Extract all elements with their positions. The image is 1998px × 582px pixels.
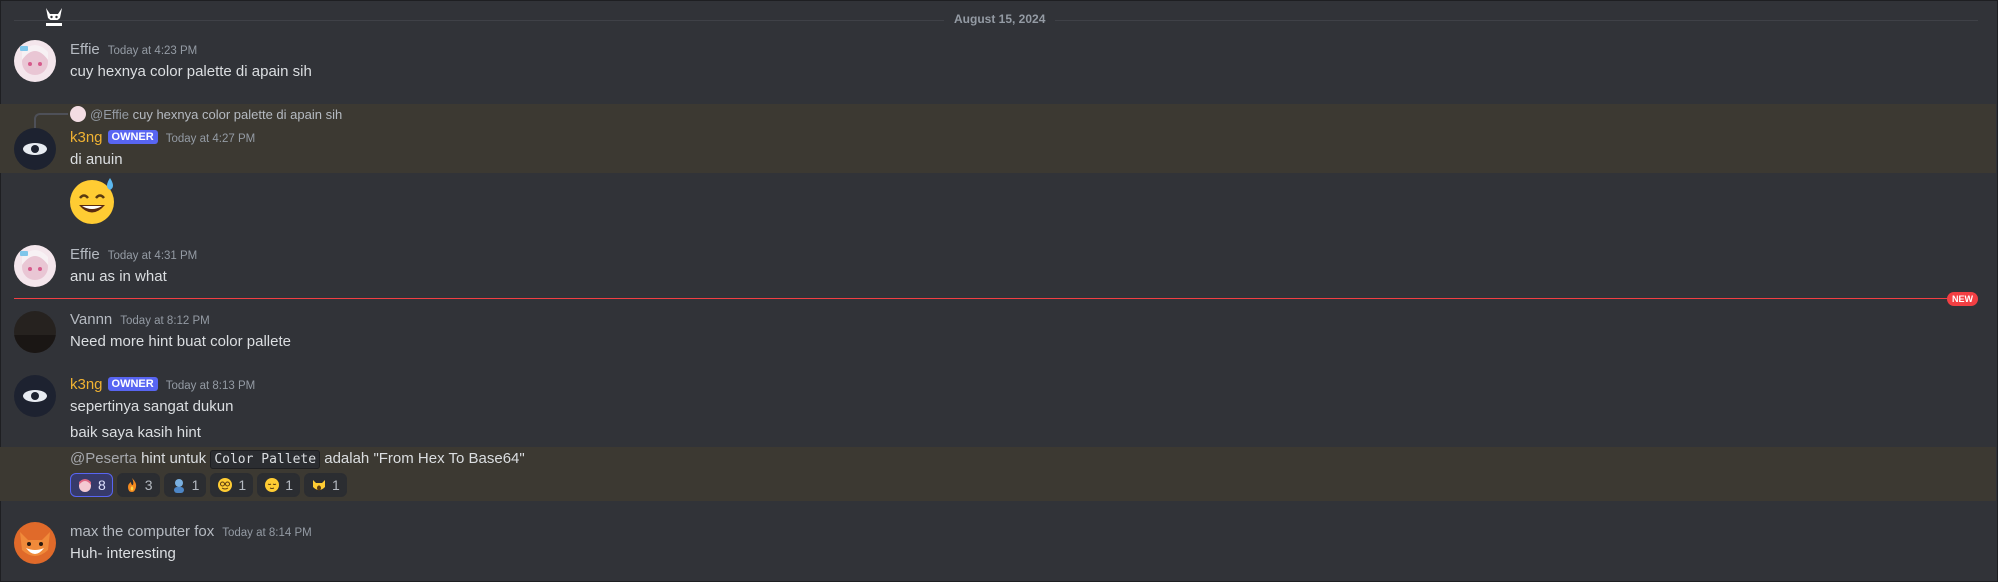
message-text: Need more hint buat color pallete [70,333,291,350]
avatar-k3ng[interactable] [14,128,56,170]
hint-text-post: adalah "From Hex To Base64" [320,450,525,467]
message-author[interactable]: Effie Today at 4:31 PM [70,246,197,263]
author-name[interactable]: max the computer fox [70,523,214,540]
dark-landscape-avatar-icon [14,311,56,353]
reply-text: cuy hexnya color palette di apain sih [132,107,343,122]
person-emoji [173,479,184,493]
reaction-nerd-face[interactable]: 1 [210,473,254,497]
reaction-count: 1 [331,477,340,493]
author-name[interactable]: Effie [70,41,100,58]
reply-spine [34,113,68,129]
message-author[interactable]: max the computer fox Today at 8:14 PM [70,523,312,540]
reply-preview[interactable]: @Effie cuy hexnya color palette di apain… [70,106,342,122]
screaming-cat-emoji [312,480,325,491]
author-name[interactable]: Effie [70,246,100,263]
message-text: anu as in what [70,268,167,285]
peserta-mention[interactable]: @Peserta [70,450,137,467]
reaction-anime-girl[interactable]: 8 [70,473,113,497]
reply-mention[interactable]: @Effie [90,107,129,122]
avatar-effie[interactable] [14,245,56,287]
reaction-relieved-face[interactable]: 1 [257,473,300,497]
reactions-bar: 8 3 1 1 1 1 [70,473,347,497]
reaction-fire[interactable]: 3 [116,473,160,497]
role-badge: OWNER [107,377,158,391]
cat-logo-icon [46,8,62,26]
reaction-screaming-cat[interactable]: 1 [303,473,347,497]
new-badge: NEW [1947,292,1978,306]
message-timestamp: Today at 8:13 PM [165,380,256,392]
reaction-count: 8 [98,477,106,493]
fire-emoji [127,478,136,492]
eye-avatar-icon [14,128,56,170]
avatar-vannn[interactable] [14,311,56,353]
message-timestamp: Today at 4:31 PM [107,250,198,262]
hint-message: @Peserta hint untuk Color Pallete adalah… [70,450,525,469]
message-text: baik saya kasih hint [70,424,201,441]
reaction-count: 1 [285,477,293,493]
new-messages-divider [14,298,1974,299]
anime-girl-avatar-icon [14,245,56,287]
message-timestamp: Today at 8:12 PM [120,315,210,327]
message-text: Huh- interesting [70,545,176,562]
avatar-k3ng[interactable] [14,375,56,417]
date-label: August 15, 2024 [944,12,1056,26]
reaction-person[interactable]: 1 [163,473,207,497]
avatar-max[interactable] [14,522,56,564]
message-timestamp: Today at 4:23 PM [107,45,198,57]
reaction-count: 1 [191,477,200,493]
role-badge: OWNER [107,130,158,144]
eye-avatar-icon [14,375,56,417]
anime-girl-emoji [79,479,91,492]
relieved-face-emoji [265,478,280,492]
message-timestamp: Today at 8:14 PM [222,527,312,539]
inline-code: Color Pallete [210,450,321,469]
message-author[interactable]: Vannn Today at 8:12 PM [70,311,210,328]
reply-avatar [70,106,86,122]
message-author[interactable]: Effie Today at 4:23 PM [70,41,197,58]
message-text: cuy hexnya color palette di apain sih [70,63,312,80]
author-name[interactable]: Vannn [70,311,112,328]
message-text: sepertinya sangat dukun [70,398,234,415]
reaction-count: 1 [238,477,247,493]
sweat-smile-emoji [70,178,114,224]
message-timestamp: Today at 4:27 PM [165,133,256,145]
anime-girl-avatar-icon [14,40,56,82]
fox-avatar-icon [14,522,56,564]
author-name[interactable]: k3ng [70,129,103,146]
nerd-face-emoji [218,478,233,492]
message-text: di anuin [70,151,123,168]
message-author[interactable]: k3ng OWNER Today at 4:27 PM [70,129,255,146]
author-name[interactable]: k3ng [70,376,103,393]
message-author[interactable]: k3ng OWNER Today at 8:13 PM [70,376,255,393]
reaction-count: 3 [144,477,153,493]
avatar-effie[interactable] [14,40,56,82]
hint-text-pre: hint untuk [136,450,211,467]
